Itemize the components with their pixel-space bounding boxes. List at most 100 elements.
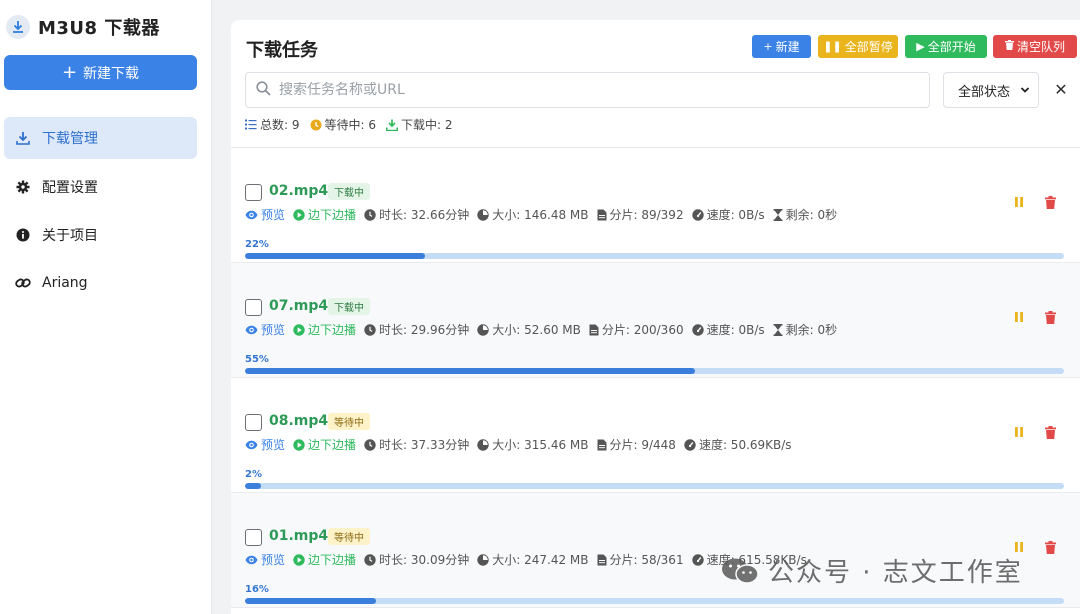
preview-link[interactable]: 预览 [245, 206, 285, 223]
duration-value: 时长: 30.09分钟 [379, 553, 470, 567]
sidebar-item-settings[interactable]: 配置设置 [4, 166, 197, 208]
speed: 速度: 0B/s [691, 206, 765, 223]
file-icon [597, 554, 607, 566]
delete-button[interactable] [1042, 193, 1058, 211]
segments-value: 分片: 200/360 [601, 323, 684, 337]
play-while-download-link[interactable]: 边下边播 [293, 321, 356, 338]
progress-fill [245, 368, 696, 374]
size-value: 大小: 247.42 MB [492, 553, 589, 567]
pause-all-label: 全部暂停 [844, 40, 893, 54]
pause-icon [1015, 542, 1023, 552]
task-filename: 07.mp4 [269, 298, 329, 314]
progress-bar [245, 253, 1064, 259]
remaining-value: 剩余: 0秒 [785, 323, 838, 337]
duration: 时长: 32.66分钟 [364, 206, 469, 223]
pause-icon: ❚❚ [823, 40, 842, 53]
task-row: 01.mp4 等待中 预览 边下边播 时长: 30.09分钟 大小: 247.42 MB 分… [231, 493, 1080, 607]
new-download-button[interactable]: + 新建下载 [4, 55, 197, 90]
preview-label: 预览 [261, 208, 286, 222]
new-task-label: 新建 [775, 40, 800, 54]
sidebar: M3U8 下载器 + 新建下载 下载管理 配置设置 关于项目 Ariang [0, 0, 212, 614]
size-value: 大小: 52.60 MB [492, 323, 581, 337]
preview-label: 预览 [261, 323, 286, 337]
chevron-down-icon [1020, 83, 1030, 101]
speedometer-icon [691, 323, 704, 336]
play-circle-icon [293, 438, 305, 451]
task-meta: 预览 边下边播 时长: 32.66分钟 大小: 146.48 MB 分片: 89/392… [245, 206, 845, 223]
duration-value: 时长: 37.33分钟 [379, 438, 470, 452]
search-input[interactable] [279, 82, 899, 98]
task-row: 02.mp4 下载中 预览 边下边播 时长: 32.66分钟 大小: 146.48 MB 分… [231, 148, 1080, 262]
preview-link[interactable]: 预览 [245, 551, 285, 568]
delete-button[interactable] [1042, 423, 1058, 441]
task-checkbox[interactable] [245, 184, 262, 201]
preview-link[interactable]: 预览 [245, 436, 285, 453]
task-filename: 02.mp4 [269, 183, 329, 199]
task-meta: 预览 边下边播 时长: 37.33分钟 大小: 315.46 MB 分片: 9/448 速… [245, 436, 800, 453]
watermark-text: 公众号 · 志文工作室 [768, 558, 1023, 588]
progress-label: 22% [245, 239, 269, 250]
sidebar-item-ariang[interactable]: Ariang [4, 262, 197, 304]
progress-label: 16% [245, 584, 269, 595]
close-icon[interactable]: ✕ [1053, 80, 1069, 99]
sidebar-item-label: 配置设置 [42, 180, 98, 196]
app-logo-icon [6, 15, 30, 39]
stat-waiting-label: 等待中: 6 [324, 118, 377, 132]
play-while-download-label: 边下边播 [308, 553, 357, 567]
size: 大小: 146.48 MB [477, 206, 589, 223]
duration: 时长: 30.09分钟 [364, 551, 469, 568]
pause-button[interactable] [1011, 193, 1027, 211]
task-checkbox[interactable] [245, 299, 262, 316]
play-circle-icon [293, 208, 305, 221]
file-icon [589, 324, 599, 336]
play-while-download-link[interactable]: 边下边播 [293, 436, 356, 453]
delete-button[interactable] [1042, 308, 1058, 326]
duration-value: 时长: 32.66分钟 [379, 208, 470, 222]
plus-icon: + [763, 40, 773, 53]
preview-label: 预览 [261, 553, 286, 567]
gear-icon [14, 178, 32, 196]
pie-icon [477, 438, 489, 451]
pause-icon [1015, 312, 1023, 322]
link-icon [14, 274, 32, 292]
duration: 时长: 29.96分钟 [364, 321, 469, 338]
watermark: 公众号 · 志文工作室 [720, 552, 1023, 589]
preview-link[interactable]: 预览 [245, 321, 285, 338]
eye-icon [245, 440, 258, 450]
pie-icon [477, 208, 489, 221]
pause-button[interactable] [1011, 423, 1027, 441]
sidebar-item-download-manager[interactable]: 下载管理 [4, 117, 197, 159]
play-while-download-label: 边下边播 [308, 323, 357, 337]
play-while-download-link[interactable]: 边下边播 [293, 206, 356, 223]
new-task-button[interactable]: + 新建 [752, 35, 811, 58]
brand: M3U8 下载器 [6, 14, 160, 40]
progress-label: 2% [245, 469, 262, 480]
delete-button[interactable] [1042, 538, 1058, 556]
task-row: 08.mp4 等待中 预览 边下边播 时长: 37.33分钟 大小: 315.46 MB 分… [231, 378, 1080, 492]
task-checkbox[interactable] [245, 414, 262, 431]
clock-icon [364, 438, 376, 451]
play-while-download-link[interactable]: 边下边播 [293, 551, 356, 568]
speed-value: 速度: 0B/s [706, 208, 765, 222]
pause-button[interactable] [1011, 308, 1027, 326]
progress-bar [245, 483, 1064, 489]
sidebar-item-about[interactable]: 关于项目 [4, 214, 197, 256]
progress-fill [245, 483, 262, 489]
start-all-button[interactable]: ▶ 全部开始 [905, 35, 987, 58]
task-checkbox[interactable] [245, 529, 262, 546]
task-filename: 01.mp4 [269, 528, 329, 544]
page-title: 下载任务 [246, 40, 318, 61]
stat-downloading-label: 下载中: 2 [401, 118, 453, 132]
size-value: 大小: 315.46 MB [492, 438, 589, 452]
task-row: 07.mp4 下载中 预览 边下边播 时长: 29.96分钟 大小: 52.60 MB 分片… [231, 263, 1080, 377]
segments: 分片: 58/361 [597, 551, 684, 568]
play-while-download-label: 边下边播 [308, 438, 357, 452]
trash-icon [1044, 540, 1056, 554]
segments: 分片: 89/392 [597, 206, 684, 223]
sidebar-item-label: Ariang [42, 275, 88, 291]
clock-icon [310, 119, 322, 131]
status-filter-select[interactable]: 全部状态 [943, 72, 1039, 108]
clear-queue-button[interactable]: 清空队列 [993, 35, 1077, 58]
file-icon [597, 439, 607, 451]
pause-all-button[interactable]: ❚❚ 全部暂停 [818, 35, 898, 58]
